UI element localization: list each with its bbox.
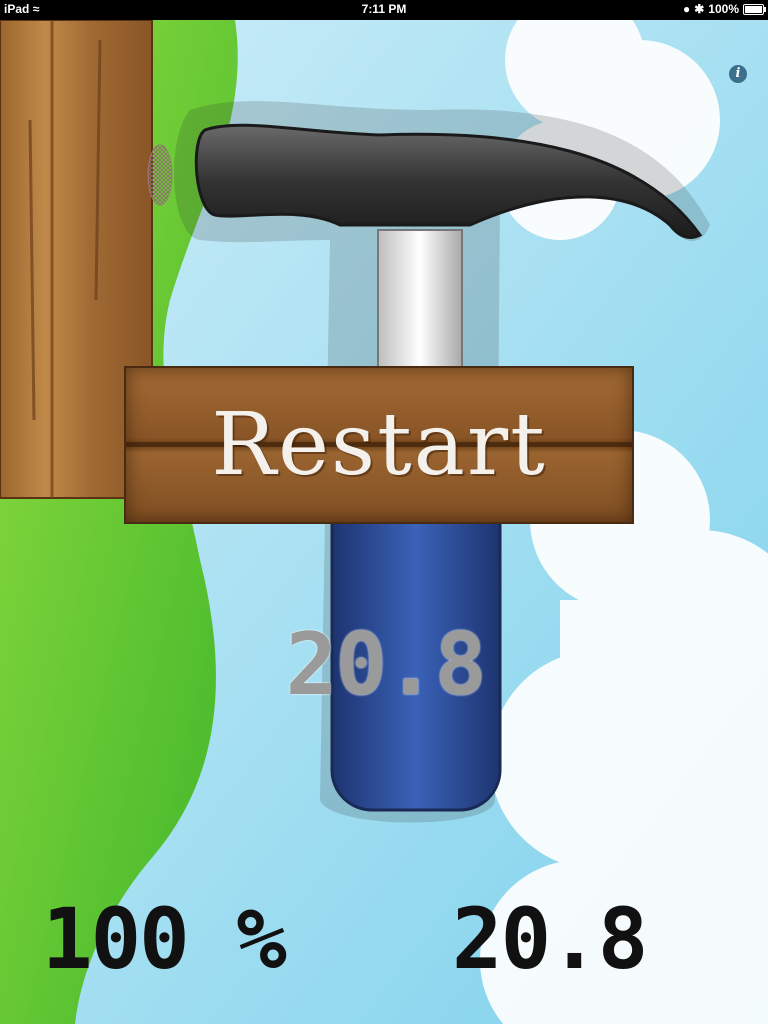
info-button[interactable]: i: [729, 65, 747, 83]
status-right: ● ✱ 100%: [682, 2, 766, 16]
total-score: 20.8: [452, 890, 648, 988]
orientation-lock-icon: ●: [682, 2, 691, 16]
battery-percent: 100%: [708, 2, 739, 16]
restart-label: Restart: [211, 395, 547, 495]
restart-button[interactable]: Restart: [124, 366, 634, 524]
info-icon: i: [735, 66, 741, 81]
game-scene: i Restart 20.8 100 % 20.8: [0, 20, 768, 1024]
current-score: 20.8: [285, 615, 486, 715]
status-bar: iPad ≈ 7:11 PM ● ✱ 100%: [0, 0, 768, 20]
battery-icon: [743, 3, 766, 15]
bluetooth-icon: ✱: [694, 2, 705, 16]
accuracy-text: 100 %: [42, 890, 287, 988]
status-time: 7:11 PM: [361, 2, 407, 16]
